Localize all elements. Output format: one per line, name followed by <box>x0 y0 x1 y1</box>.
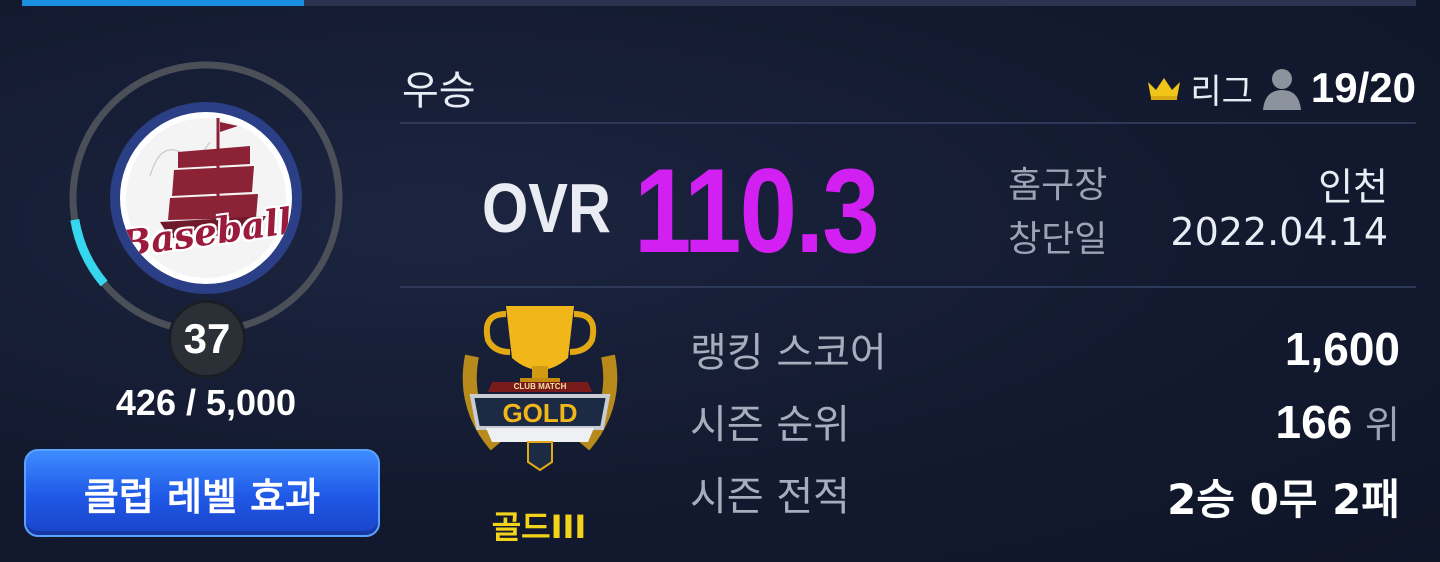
season-rank-value: 166 <box>1275 396 1353 448</box>
active-tab-indicator <box>22 0 304 6</box>
stadium-label: 홈구장 <box>1008 165 1108 206</box>
season-record-value: 2승 0무 2패 <box>1167 475 1400 524</box>
season-rank: 166 위 <box>1276 394 1401 449</box>
tab-underline <box>22 0 1416 6</box>
club-name: 우승 <box>402 68 476 114</box>
tier-badge-text: GOLD <box>502 398 578 428</box>
league-label: 리그 <box>1190 71 1253 112</box>
club-xp: 426 / 5,000 <box>115 382 297 423</box>
ranking-score-label: 랭킹 스코어 <box>690 330 887 376</box>
founded-label: 창단일 <box>1008 219 1108 260</box>
ovr-label: OVR <box>482 169 611 247</box>
header-divider <box>400 122 1416 124</box>
league-info: 리그 19/20 <box>1146 62 1416 114</box>
season-rank-unit: 위 <box>1365 403 1400 447</box>
member-count: 19/20 <box>1310 64 1416 111</box>
club-emblem[interactable]: Baseball <box>110 102 302 294</box>
season-record: 2승 0무 2패 <box>1167 466 1400 527</box>
ovr-value: 110.3 <box>634 144 880 278</box>
tier-badge-subtitle: CLUB MATCH <box>513 382 567 391</box>
ranking-score-value: 1,600 <box>1284 323 1400 375</box>
ovr-divider <box>400 286 1416 288</box>
stadium-value: 인천 <box>1318 165 1388 209</box>
season-record-label: 시즌 전적 <box>690 474 850 520</box>
club-info-panel: Baseball 37 426 / 5,000 클럽 레벨 효과 우승 리그 1… <box>22 0 1416 546</box>
person-icon <box>1262 69 1301 110</box>
founded-value: 2022.04.14 <box>1170 210 1388 254</box>
club-level-effect-button[interactable]: 클럽 레벨 효과 <box>24 449 380 537</box>
tier-name: 골드III <box>491 508 587 546</box>
club-level-badge: 37 <box>168 300 246 378</box>
season-rank-label: 시즌 순위 <box>690 402 850 448</box>
crown-icon <box>1148 78 1181 100</box>
